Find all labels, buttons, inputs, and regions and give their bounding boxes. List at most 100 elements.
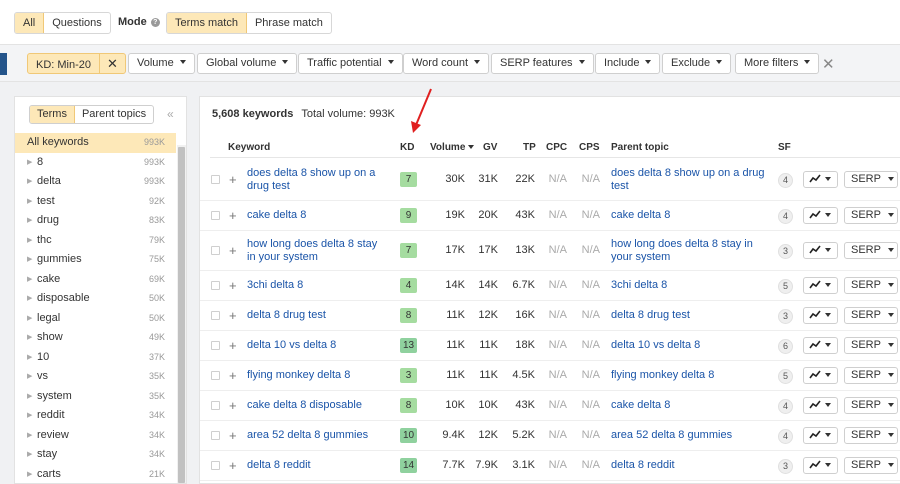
row-checkbox[interactable] xyxy=(211,341,220,350)
add-to-list-icon[interactable]: + xyxy=(229,428,237,443)
serp-features-count[interactable]: 5 xyxy=(778,279,793,294)
parent-topic-link[interactable]: how long does delta 8 stay in your syste… xyxy=(611,238,766,264)
parent-topic-link[interactable]: 3chi delta 8 xyxy=(611,279,766,292)
add-to-list-icon[interactable]: + xyxy=(229,208,237,223)
column-header-gv[interactable]: GV xyxy=(483,142,497,153)
parent-topic-link[interactable]: cake delta 8 xyxy=(611,399,766,412)
serp-features-count[interactable]: 5 xyxy=(778,369,793,384)
add-to-list-icon[interactable]: + xyxy=(229,458,237,473)
add-to-list-icon[interactable]: + xyxy=(229,368,237,383)
serp-features-count[interactable]: 4 xyxy=(778,399,793,414)
column-header-keyword[interactable]: Keyword xyxy=(228,142,270,153)
expand-arrow-icon[interactable]: ▶ xyxy=(27,231,32,250)
help-icon[interactable]: ? xyxy=(150,18,160,27)
sidebar-item[interactable]: ▶ carts 21K xyxy=(15,465,176,484)
trend-button[interactable] xyxy=(803,242,838,259)
sidebar-item[interactable]: ▶ test 92K xyxy=(15,192,176,212)
serp-button[interactable]: SERP xyxy=(844,242,898,259)
include-filter[interactable]: Include xyxy=(595,53,661,74)
expand-arrow-icon[interactable]: ▶ xyxy=(27,387,32,406)
expand-arrow-icon[interactable]: ▶ xyxy=(27,153,32,172)
expand-arrow-icon[interactable]: ▶ xyxy=(27,289,32,308)
sidebar-item[interactable]: ▶ thc 79K xyxy=(15,231,176,251)
expand-arrow-icon[interactable]: ▶ xyxy=(27,192,32,211)
row-checkbox[interactable] xyxy=(211,461,220,470)
column-header-kd[interactable]: KD xyxy=(400,142,414,153)
sidebar-item[interactable]: ▶ show 49K xyxy=(15,328,176,348)
trend-button[interactable] xyxy=(803,457,838,474)
traffic-potential-filter[interactable]: Traffic potential xyxy=(298,53,403,74)
sidebar-item[interactable]: ▶ stay 34K xyxy=(15,445,176,465)
volume-filter[interactable]: Volume xyxy=(128,53,195,74)
serp-features-count[interactable]: 4 xyxy=(778,173,793,188)
add-to-list-icon[interactable]: + xyxy=(229,338,237,353)
add-to-list-icon[interactable]: + xyxy=(229,172,237,187)
trend-button[interactable] xyxy=(803,427,838,444)
sidebar-item[interactable]: ▶ gummies 75K xyxy=(15,250,176,270)
column-header-parent-topic[interactable]: Parent topic xyxy=(611,142,669,153)
expand-arrow-icon[interactable]: ▶ xyxy=(27,426,32,445)
serp-features-count[interactable]: 3 xyxy=(778,244,793,259)
serp-button[interactable]: SERP xyxy=(844,171,898,188)
row-checkbox[interactable] xyxy=(211,311,220,320)
keyword-link[interactable]: delta 8 drug test xyxy=(247,309,387,322)
keyword-link[interactable]: does delta 8 show up on a drug test xyxy=(247,167,387,193)
sidebar-item[interactable]: ▶ 10 37K xyxy=(15,348,176,368)
serp-button[interactable]: SERP xyxy=(844,207,898,224)
column-header-cps[interactable]: CPS xyxy=(579,142,600,153)
trend-button[interactable] xyxy=(803,207,838,224)
serp-button[interactable]: SERP xyxy=(844,307,898,324)
row-checkbox[interactable] xyxy=(211,246,220,255)
serp-features-count[interactable]: 4 xyxy=(778,429,793,444)
row-checkbox[interactable] xyxy=(211,431,220,440)
trend-button[interactable] xyxy=(803,171,838,188)
kd-filter-chip[interactable]: KD: Min-20 ✕ xyxy=(27,53,126,74)
row-checkbox[interactable] xyxy=(211,175,220,184)
collapse-sidebar-icon[interactable]: « xyxy=(167,107,174,121)
expand-arrow-icon[interactable]: ▶ xyxy=(27,367,32,386)
sidebar-item-all-keywords[interactable]: All keywords 993K xyxy=(15,133,176,153)
serp-button[interactable]: SERP xyxy=(844,337,898,354)
trend-button[interactable] xyxy=(803,367,838,384)
add-to-list-icon[interactable]: + xyxy=(229,243,237,258)
expand-arrow-icon[interactable]: ▶ xyxy=(27,270,32,289)
tab-parent-topics[interactable]: Parent topics xyxy=(75,106,153,123)
parent-topic-link[interactable]: delta 10 vs delta 8 xyxy=(611,339,766,352)
word-count-filter[interactable]: Word count xyxy=(403,53,490,74)
more-filters-button[interactable]: More filters xyxy=(735,53,820,74)
keyword-link[interactable]: cake delta 8 disposable xyxy=(247,399,387,412)
global-volume-filter[interactable]: Global volume xyxy=(197,53,298,74)
row-checkbox[interactable] xyxy=(211,401,220,410)
serp-features-count[interactable]: 6 xyxy=(778,339,793,354)
expand-arrow-icon[interactable]: ▶ xyxy=(27,406,32,425)
parent-topic-link[interactable]: area 52 delta 8 gummies xyxy=(611,429,766,442)
parent-topic-link[interactable]: cake delta 8 xyxy=(611,209,766,222)
serp-features-count[interactable]: 3 xyxy=(778,459,793,474)
serp-button[interactable]: SERP xyxy=(844,457,898,474)
expand-arrow-icon[interactable]: ▶ xyxy=(27,250,32,269)
column-header-volume[interactable]: Volume xyxy=(430,142,475,153)
expand-arrow-icon[interactable]: ▶ xyxy=(27,211,32,230)
trend-button[interactable] xyxy=(803,337,838,354)
expand-arrow-icon[interactable]: ▶ xyxy=(27,445,32,464)
expand-arrow-icon[interactable]: ▶ xyxy=(27,328,32,347)
expand-arrow-icon[interactable]: ▶ xyxy=(27,348,32,367)
phrase-match-option[interactable]: Phrase match xyxy=(247,13,331,33)
serp-button[interactable]: SERP xyxy=(844,277,898,294)
keyword-link[interactable]: cake delta 8 xyxy=(247,209,387,222)
trend-button[interactable] xyxy=(803,397,838,414)
remove-filter-icon[interactable]: ✕ xyxy=(99,54,125,73)
row-checkbox[interactable] xyxy=(211,371,220,380)
scope-all-option[interactable]: All xyxy=(15,13,45,33)
serp-button[interactable]: SERP xyxy=(844,427,898,444)
sidebar-item[interactable]: ▶ reddit 34K xyxy=(15,406,176,426)
add-to-list-icon[interactable]: + xyxy=(229,278,237,293)
trend-button[interactable] xyxy=(803,307,838,324)
expand-arrow-icon[interactable]: ▶ xyxy=(27,309,32,328)
serp-button[interactable]: SERP xyxy=(844,397,898,414)
sidebar-item[interactable]: ▶ vs 35K xyxy=(15,367,176,387)
row-checkbox[interactable] xyxy=(211,211,220,220)
sidebar-scrollbar-thumb[interactable] xyxy=(178,147,185,483)
parent-topic-link[interactable]: does delta 8 show up on a drug test xyxy=(611,167,766,193)
column-header-sf[interactable]: SF xyxy=(778,142,791,153)
